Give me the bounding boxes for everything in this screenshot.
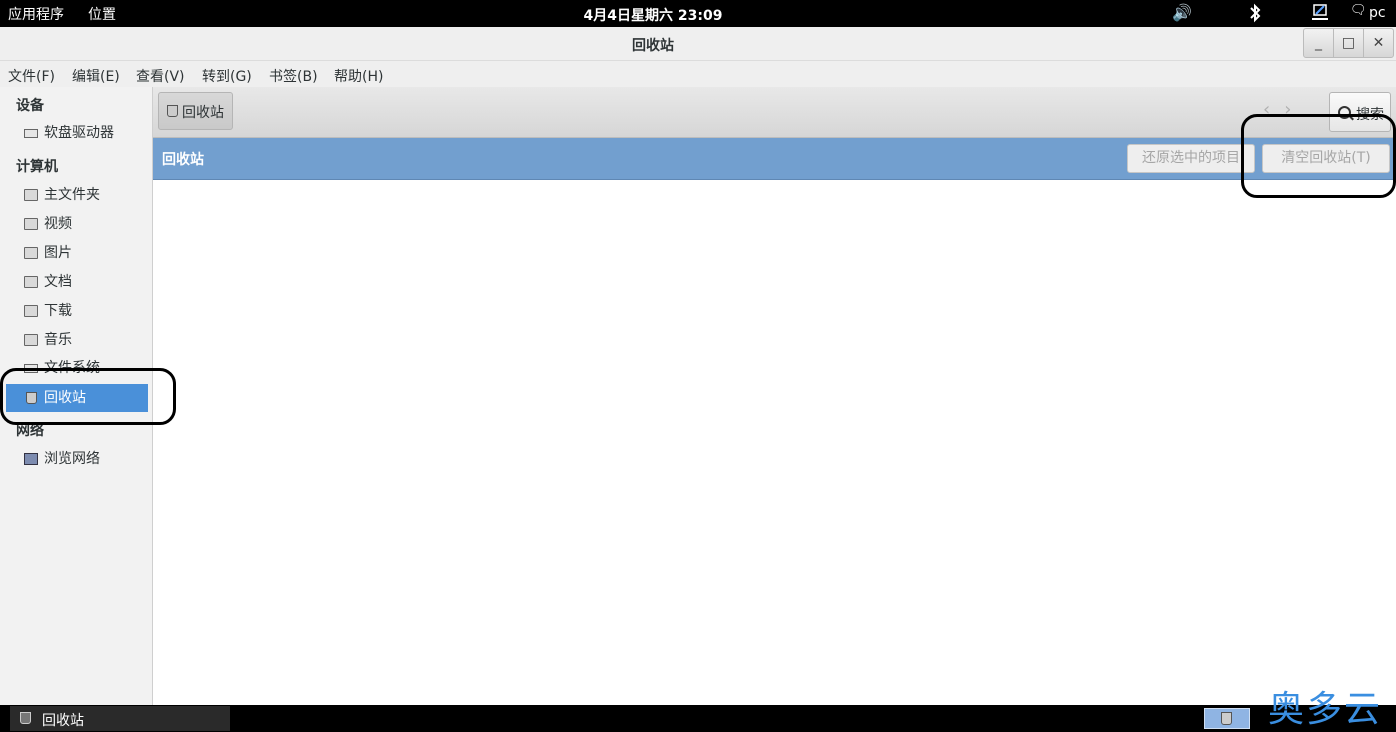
floppy-drive-icon xyxy=(24,129,38,138)
top-panel: 应用程序 位置 4月4日星期六 23:09 🔊 🗨 pc xyxy=(0,0,1396,27)
trash-icon xyxy=(1221,712,1232,725)
workspace-switcher[interactable] xyxy=(1204,708,1250,729)
menubar: 文件(F) 编辑(E) 查看(V) 转到(G) 书签(B) 帮助(H) xyxy=(0,61,1396,87)
menu-file[interactable]: 文件(F) xyxy=(8,66,55,86)
menu-view[interactable]: 查看(V) xyxy=(136,66,185,86)
chat-icon[interactable]: 🗨 xyxy=(1350,3,1367,18)
trash-icon xyxy=(20,712,31,724)
trash-icon xyxy=(167,105,178,117)
sidebar-header-computer: 计算机 xyxy=(16,159,58,175)
annotation-circle-top-right xyxy=(1241,114,1396,198)
menu-help[interactable]: 帮助(H) xyxy=(334,66,383,86)
pictures-folder-icon xyxy=(24,247,38,259)
window-titlebar[interactable]: 回收站 _ □ ✕ xyxy=(0,27,1396,61)
restore-selected-button[interactable]: 还原选中的项目 xyxy=(1127,144,1255,173)
sidebar-item-browse-network[interactable]: 浏览网络 xyxy=(6,445,148,473)
trash-info-bar: 回收站 还原选中的项目 清空回收站(T) xyxy=(153,138,1396,180)
window-controls: _ □ ✕ xyxy=(1303,28,1394,58)
watermark-logo: 奥多云 xyxy=(1268,689,1383,730)
volume-icon[interactable]: 🔊 xyxy=(1172,3,1192,22)
sidebar-item-floppy[interactable]: 软盘驱动器 xyxy=(6,119,148,147)
home-folder-icon xyxy=(24,189,38,201)
sidebar-item-label: 图片 xyxy=(44,245,72,261)
user-menu[interactable]: pc xyxy=(1369,5,1386,21)
documents-folder-icon xyxy=(24,276,38,288)
taskbar-item-trash[interactable]: 回收站 xyxy=(10,706,230,731)
clock[interactable]: 4月4日星期六 23:09 xyxy=(0,5,1306,25)
menu-bookmarks[interactable]: 书签(B) xyxy=(269,66,318,86)
file-view[interactable] xyxy=(153,180,1396,705)
bottom-panel: 回收站 xyxy=(0,705,1396,732)
taskbar-item-label: 回收站 xyxy=(42,713,84,729)
annotation-circle-trash xyxy=(0,368,176,425)
download-folder-icon xyxy=(24,305,38,317)
sidebar-item-label: 软盘驱动器 xyxy=(44,125,114,141)
path-bar-label: 回收站 xyxy=(182,105,224,121)
toolbar: 回收站 ‹› 搜索 xyxy=(153,87,1396,138)
path-bar-trash-button[interactable]: 回收站 xyxy=(158,92,233,130)
menu-go[interactable]: 转到(G) xyxy=(202,66,252,86)
sidebar-item-videos[interactable]: 视频 xyxy=(6,210,148,238)
sidebar-item-documents[interactable]: 文档 xyxy=(6,268,148,296)
menu-edit[interactable]: 编辑(E) xyxy=(72,66,120,86)
sidebar-item-home[interactable]: 主文件夹 xyxy=(6,181,148,209)
network-status-icon[interactable] xyxy=(1310,3,1330,27)
sidebar-item-music[interactable]: 音乐 xyxy=(6,326,148,354)
sidebar-item-label: 音乐 xyxy=(44,332,72,348)
video-folder-icon xyxy=(24,218,38,230)
window-title: 回收站 xyxy=(632,38,674,54)
sidebar-item-label: 文档 xyxy=(44,274,72,290)
sidebar-item-label: 视频 xyxy=(44,216,72,232)
sidebar-item-label: 下载 xyxy=(44,303,72,319)
bluetooth-icon[interactable] xyxy=(1248,3,1262,27)
sidebar-item-pictures[interactable]: 图片 xyxy=(6,239,148,267)
network-icon xyxy=(24,453,38,465)
maximize-button[interactable]: □ xyxy=(1333,29,1363,57)
minimize-button[interactable]: _ xyxy=(1304,29,1333,57)
sidebar-item-label: 主文件夹 xyxy=(44,187,100,203)
sidebar-header-devices: 设备 xyxy=(16,98,44,114)
sidebar-item-downloads[interactable]: 下载 xyxy=(6,297,148,325)
sidebar-item-label: 浏览网络 xyxy=(44,451,100,467)
info-bar-title: 回收站 xyxy=(162,152,204,168)
close-button[interactable]: ✕ xyxy=(1363,29,1393,57)
music-folder-icon xyxy=(24,334,38,346)
